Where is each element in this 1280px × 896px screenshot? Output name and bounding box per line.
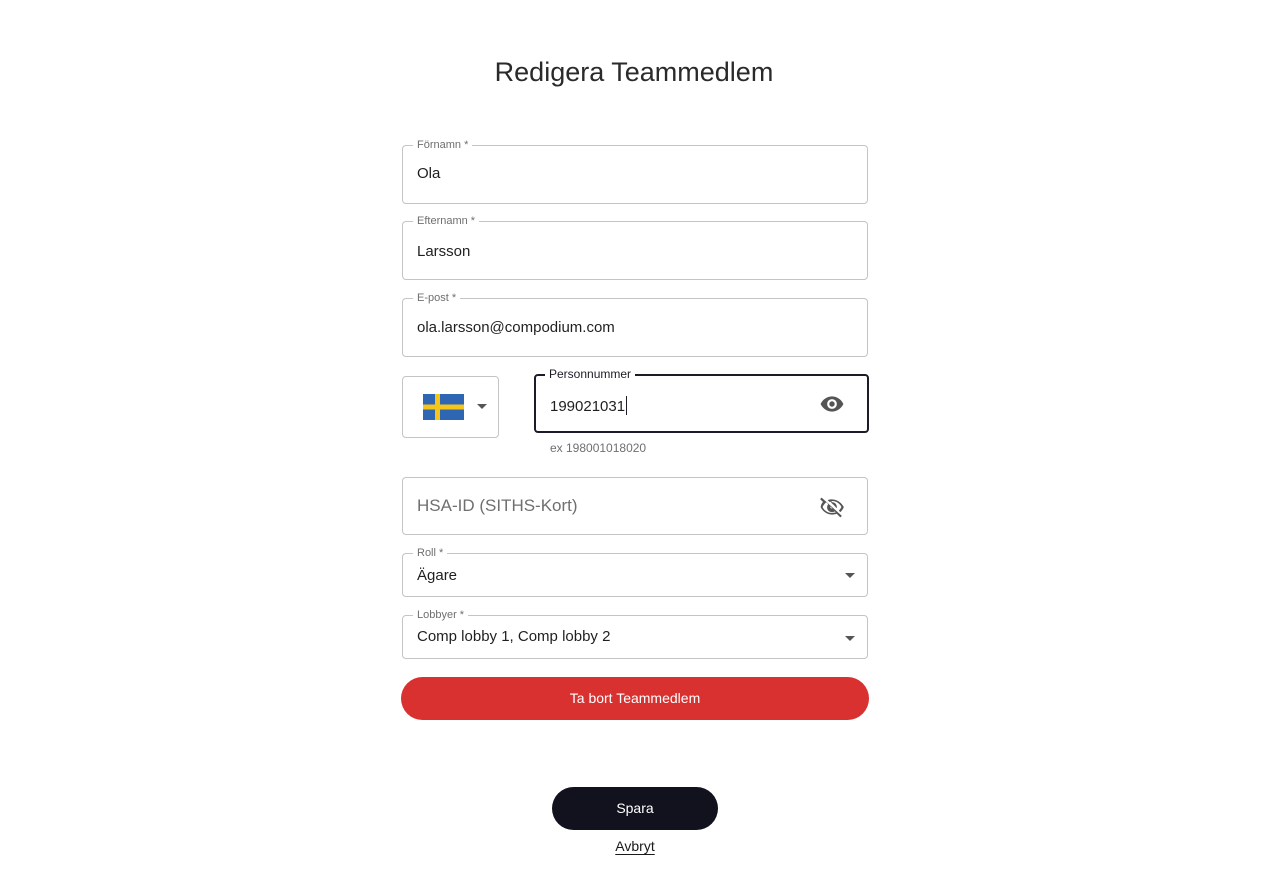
email-label: E-post *: [413, 291, 461, 305]
role-value: Ägare: [417, 567, 458, 584]
personal-number-label: Personnummer: [545, 367, 636, 381]
sweden-flag-icon: [423, 394, 464, 420]
first-name-field[interactable]: Förnamn * Ola: [402, 138, 868, 204]
cancel-link-text[interactable]: Avbryt: [615, 838, 654, 854]
last-name-field[interactable]: Efternamn * Larsson: [402, 214, 868, 280]
eye-icon[interactable]: [818, 390, 846, 418]
email-value: ola.larsson@compodium.com: [417, 319, 615, 336]
lobbies-value: Comp lobby 1, Comp lobby 2: [417, 628, 611, 645]
personal-number-field[interactable]: Personnummer 199021031: [534, 367, 869, 433]
personal-number-helper: ex 198001018020: [550, 441, 647, 455]
role-select[interactable]: Roll * Ägare: [402, 546, 868, 597]
personal-number-value: 199021031: [550, 398, 626, 415]
cancel-link: Avbryt: [0, 838, 1270, 854]
email-field[interactable]: E-post * ola.larsson@compodium.com: [402, 291, 868, 357]
page-title: Redigera Teammedlem: [494, 57, 774, 87]
delete-team-member-button[interactable]: Ta bort Teammedlem: [401, 677, 869, 720]
role-label: Roll *: [413, 546, 448, 560]
chevron-down-icon: [845, 573, 855, 578]
first-name-value: Ola: [417, 165, 441, 182]
lobbies-label: Lobbyer *: [413, 608, 469, 622]
save-button[interactable]: Spara: [552, 787, 718, 830]
eye-off-icon[interactable]: [818, 493, 846, 521]
text-caret: [626, 396, 628, 415]
lobbies-select[interactable]: Lobbyer * Comp lobby 1, Comp lobby 2: [402, 608, 868, 659]
chevron-down-icon: [845, 636, 855, 641]
first-name-label: Förnamn *: [413, 138, 473, 152]
eye-off-icon-svg: [820, 497, 844, 518]
edit-team-member-page: Redigera Teammedlem Förnamn * Ola Eftern…: [0, 0, 1280, 896]
last-name-value: Larsson: [417, 243, 471, 260]
last-name-label: Efternamn *: [413, 214, 480, 228]
country-code-select[interactable]: [402, 376, 499, 438]
hsa-id-field[interactable]: HSA-ID (SITHS-Kort): [402, 477, 868, 535]
hsa-id-placeholder: HSA-ID (SITHS-Kort): [417, 496, 578, 515]
personal-number-input[interactable]: 199021031: [550, 396, 628, 415]
chevron-down-icon: [477, 404, 487, 409]
eye-icon-svg: [820, 396, 844, 412]
